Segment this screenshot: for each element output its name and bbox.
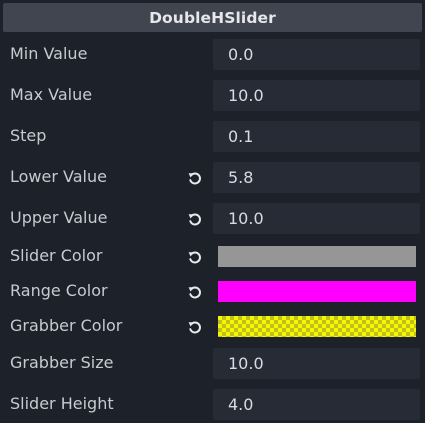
revert-icon[interactable] (187, 249, 203, 265)
property-label: Grabber Size (10, 353, 114, 372)
property-row-step: Step 0.1 (0, 119, 425, 153)
slider-color-picker[interactable] (218, 246, 416, 267)
revert-icon[interactable] (187, 211, 203, 227)
property-label: Step (10, 126, 47, 145)
max-value-field[interactable]: 10.0 (213, 80, 420, 111)
grabber-size-field[interactable]: 10.0 (213, 348, 420, 379)
lower-value-text: 5.8 (228, 168, 254, 187)
property-row-max-value: Max Value 10.0 (0, 78, 425, 112)
revert-icon[interactable] (187, 284, 203, 300)
property-row-lower-value: Lower Value 5.8 (0, 160, 425, 194)
property-label: Grabber Color (10, 316, 123, 335)
min-value-text: 0.0 (228, 45, 254, 64)
node-type-title: DoubleHSlider (149, 8, 276, 27)
inspector-header: DoubleHSlider (3, 3, 422, 32)
step-text: 0.1 (228, 127, 254, 146)
revert-icon[interactable] (187, 319, 203, 335)
property-row-range-color: Range Color (0, 274, 425, 308)
property-row-slider-color: Slider Color (0, 239, 425, 273)
property-label: Lower Value (10, 167, 107, 186)
max-value-text: 10.0 (228, 86, 264, 105)
property-label: Range Color (10, 281, 108, 300)
grabber-size-text: 10.0 (228, 354, 264, 373)
upper-value-field[interactable]: 10.0 (213, 203, 420, 234)
property-row-grabber-color: Grabber Color (0, 309, 425, 343)
inspector-panel: DoubleHSlider Min Value 0.0 Max Value 10… (0, 0, 425, 423)
property-label: Upper Value (10, 208, 108, 227)
grabber-color-picker[interactable] (218, 316, 416, 337)
property-label: Slider Height (10, 394, 114, 413)
revert-icon[interactable] (187, 170, 203, 186)
property-label: Min Value (10, 44, 88, 63)
property-label: Slider Color (10, 246, 103, 265)
lower-value-field[interactable]: 5.8 (213, 162, 420, 193)
property-row-upper-value: Upper Value 10.0 (0, 201, 425, 235)
slider-height-text: 4.0 (228, 395, 254, 414)
upper-value-text: 10.0 (228, 209, 264, 228)
property-row-min-value: Min Value 0.0 (0, 37, 425, 71)
property-label: Max Value (10, 85, 93, 104)
property-row-slider-height: Slider Height 4.0 (0, 387, 425, 421)
range-color-picker[interactable] (218, 281, 416, 302)
min-value-field[interactable]: 0.0 (213, 39, 420, 70)
step-field[interactable]: 0.1 (213, 121, 420, 152)
slider-height-field[interactable]: 4.0 (213, 389, 420, 420)
property-row-grabber-size: Grabber Size 10.0 (0, 346, 425, 380)
